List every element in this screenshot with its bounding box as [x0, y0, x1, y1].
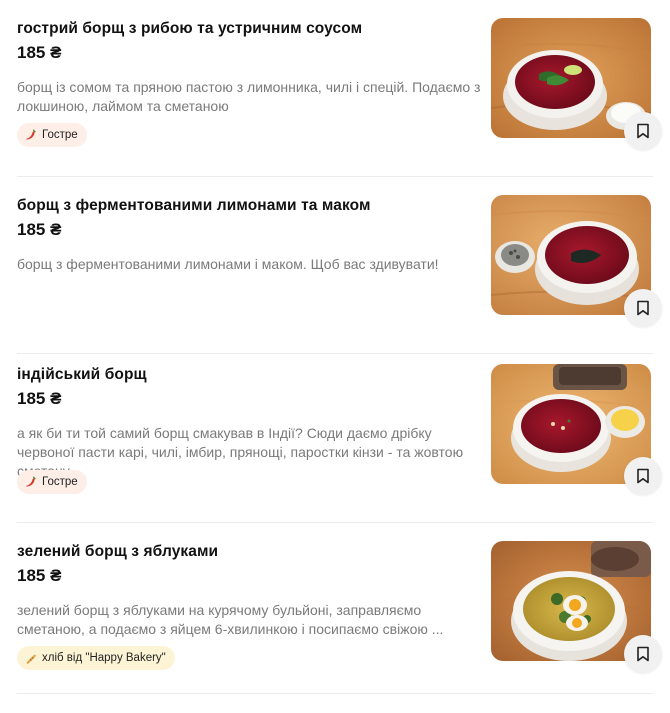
- bookmark-icon: [637, 300, 649, 316]
- chili-pepper-icon: [26, 476, 36, 487]
- item-description: зелений борщ з яблуками на курячому буль…: [17, 602, 444, 637]
- bookmark-icon: [637, 123, 649, 139]
- item-title[interactable]: гострий борщ з рибою та устричним соусом: [17, 20, 362, 38]
- bread-icon: [26, 654, 36, 664]
- tag-label: хліб від "Happy Bakery": [42, 652, 166, 664]
- bookmark-button[interactable]: [624, 457, 662, 495]
- chili-pepper-icon: [26, 129, 36, 140]
- bookmark-button[interactable]: [624, 635, 662, 673]
- item-description: а як би ти той самий борщ смакував в Інд…: [17, 425, 464, 479]
- item-description: борщ із сомом та пряною пастою з лимонни…: [17, 79, 481, 114]
- spicy-tag: Гостре: [17, 470, 87, 494]
- item-description: борщ з ферментованими лимонами і маком. …: [17, 256, 439, 272]
- tag-label: Гостре: [42, 476, 78, 488]
- menu-item[interactable]: індійський борщ 185 ₴ а як би ти той сам…: [0, 346, 670, 523]
- item-price: 185 ₴: [17, 566, 62, 585]
- bookmark-icon: [637, 646, 649, 662]
- bakery-tag: хліб від "Happy Bakery": [17, 646, 175, 670]
- bookmark-button[interactable]: [624, 112, 662, 150]
- menu-item[interactable]: борщ з ферментованими лимонами та маком …: [0, 177, 670, 354]
- item-title[interactable]: індійський борщ: [17, 366, 147, 384]
- divider: [17, 693, 653, 694]
- item-price: 185 ₴: [17, 43, 62, 62]
- menu-item[interactable]: зелений борщ з яблуками 185 ₴ зелений бо…: [0, 523, 670, 700]
- tag-label: Гостре: [42, 129, 78, 141]
- bookmark-icon: [637, 468, 649, 484]
- item-price: 185 ₴: [17, 389, 62, 408]
- bookmark-button[interactable]: [624, 289, 662, 327]
- menu-item[interactable]: гострий борщ з рибою та устричним соусом…: [0, 0, 670, 177]
- spicy-tag: Гостре: [17, 123, 87, 147]
- item-title[interactable]: зелений борщ з яблуками: [17, 543, 218, 561]
- item-title[interactable]: борщ з ферментованими лимонами та маком: [17, 197, 371, 215]
- item-price: 185 ₴: [17, 220, 62, 239]
